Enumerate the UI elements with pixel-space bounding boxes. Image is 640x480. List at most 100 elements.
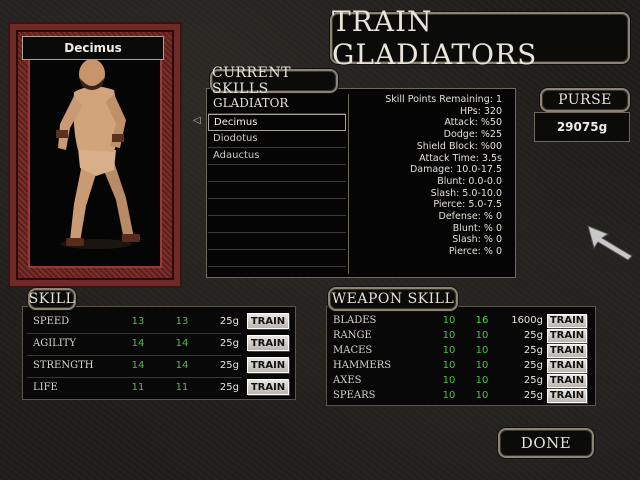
weapon-skill-train-cost: 25g	[523, 330, 543, 341]
train-life-button[interactable]: TRAIN	[247, 379, 289, 395]
weapon-skill-name: AXES	[333, 375, 362, 386]
gladiator-list-empty-slot	[208, 233, 346, 250]
train-agility-button[interactable]: TRAIN	[247, 335, 289, 351]
gladiator-list-empty-slot	[208, 250, 346, 267]
weapon-skill-max-value: 10	[475, 330, 489, 341]
gladiator-list-item[interactable]: Adauctus	[208, 148, 346, 165]
weapon-skill-name: HAMMERS	[333, 360, 392, 371]
weapon-skill-row: AXES 10 10 25g TRAIN	[327, 373, 595, 388]
page-title: TRAIN GLADIATORS	[330, 5, 630, 71]
train-blades-button[interactable]: TRAIN	[547, 313, 587, 328]
weapon-skill-train-cost: 25g	[523, 390, 543, 401]
weapon-skill-header: WEAPON SKILL	[328, 287, 458, 311]
weapon-skill-name: MACES	[333, 345, 373, 356]
stat-line: Pierce: 5.0-7.5	[433, 199, 502, 211]
weapon-skill-table: BLADES 10 16 1600g TRAIN RANGE 10 10 25g…	[326, 306, 596, 406]
gladiator-list-item[interactable]: Decimus	[208, 114, 346, 131]
skill-header: SKILL	[28, 288, 76, 310]
skill-max-value: 14	[175, 359, 189, 371]
skill-name: AGILITY	[33, 337, 77, 349]
skill-current-value: 14	[131, 337, 145, 349]
gladiator-list-empty-slot	[208, 216, 346, 233]
weapon-skill-train-cost: 25g	[523, 345, 543, 356]
weapon-skill-train-cost: 25g	[523, 375, 543, 386]
skill-max-value: 13	[175, 315, 189, 327]
weapon-skill-max-value: 10	[475, 360, 489, 371]
current-skills-header-text: CURRENT SKILLS	[212, 65, 291, 97]
weapon-skill-row: RANGE 10 10 25g TRAIN	[327, 328, 595, 343]
skill-row: LIFE 11 11 25g TRAIN	[23, 377, 295, 397]
train-maces-button[interactable]: TRAIN	[547, 343, 587, 358]
stat-line: Slash: % 0	[452, 234, 502, 246]
mouse-cursor-icon	[587, 225, 633, 261]
weapon-skill-train-cost: 1600g	[511, 315, 543, 326]
weapon-skill-row: HAMMERS 10 10 25g TRAIN	[327, 358, 595, 373]
gladiator-list: GLADIATOR Decimus Diodotus Adauctus	[208, 94, 346, 274]
gladiator-figure	[56, 59, 140, 249]
page-title-text: TRAIN GLADIATORS	[332, 5, 538, 71]
skill-table: SPEED 13 13 25g TRAIN AGILITY 14 14 25g …	[22, 306, 296, 400]
weapon-skill-row: SPEARS 10 10 25g TRAIN	[327, 388, 595, 403]
stat-line: Shield Block: %00	[416, 140, 502, 152]
skill-row: STRENGTH 14 14 25g TRAIN	[23, 355, 295, 375]
skill-max-value: 14	[175, 337, 189, 349]
weapon-skill-train-cost: 25g	[523, 360, 543, 371]
stat-line: Pierce: % 0	[448, 246, 502, 258]
gladiator-list-empty-slot	[208, 182, 346, 199]
skill-header-text: SKILL	[28, 291, 76, 307]
stat-line: HPs: 320	[459, 105, 502, 117]
stat-line: Blunt: 0.0-0.0	[437, 175, 502, 187]
purse-amount-box: 29075g	[534, 112, 630, 142]
weapon-skill-max-value: 10	[475, 345, 489, 356]
skill-train-cost: 25g	[219, 381, 239, 393]
weapon-skill-max-value: 16	[475, 315, 489, 326]
weapon-skill-current-value: 10	[442, 375, 456, 386]
purse-label: PURSE	[558, 92, 612, 108]
stat-line: Damage: 10.0-17.5	[409, 164, 502, 176]
train-spears-button[interactable]: TRAIN	[547, 388, 587, 403]
purse-amount: 29075g	[556, 120, 608, 134]
stat-line: Blunt: % 0	[452, 222, 502, 234]
train-hammers-button[interactable]: TRAIN	[547, 358, 587, 373]
gladiator-portrait	[28, 42, 162, 268]
skill-train-cost: 25g	[219, 337, 239, 349]
gladiator-stats: Skill Points Remaining: 1 HPs: 320 Attac…	[348, 94, 504, 274]
weapon-skill-name: SPEARS	[333, 390, 376, 401]
selection-arrow-icon: ◁	[193, 115, 201, 126]
gladiator-name-plate: Decimus	[22, 36, 164, 60]
weapon-skill-current-value: 10	[442, 330, 456, 341]
skill-name: LIFE	[33, 381, 58, 393]
weapon-skill-max-value: 10	[475, 390, 489, 401]
gladiator-portrait-frame	[10, 24, 180, 286]
stat-line: Slash: 5.0-10.0	[430, 187, 502, 199]
gladiator-name: Decimus	[64, 41, 122, 55]
gladiator-list-empty-slot	[208, 199, 346, 216]
stat-line: Defense: % 0	[438, 211, 502, 223]
skill-name: SPEED	[33, 315, 70, 327]
weapon-skill-max-value: 10	[475, 375, 489, 386]
gladiator-list-empty-slot	[208, 165, 346, 182]
weapon-skill-header-text: WEAPON SKILL	[331, 291, 455, 307]
train-range-button[interactable]: TRAIN	[547, 328, 587, 343]
skill-current-value: 11	[131, 381, 145, 393]
stat-line: Attack Time: 3.5s	[419, 152, 502, 164]
current-skills-header: CURRENT SKILLS	[210, 65, 338, 97]
skill-current-value: 13	[131, 315, 145, 327]
weapon-skill-row: MACES 10 10 25g TRAIN	[327, 343, 595, 358]
skill-train-cost: 25g	[219, 315, 239, 327]
weapon-skill-name: RANGE	[333, 330, 372, 341]
skill-row: AGILITY 14 14 25g TRAIN	[23, 333, 295, 353]
gladiator-list-item[interactable]: Diodotus	[208, 131, 346, 148]
skill-train-cost: 25g	[219, 359, 239, 371]
stat-line: Attack: %50	[444, 117, 502, 129]
train-strength-button[interactable]: TRAIN	[247, 357, 289, 373]
train-speed-button[interactable]: TRAIN	[247, 313, 289, 329]
skill-name: STRENGTH	[33, 359, 94, 371]
weapon-skill-current-value: 10	[442, 315, 456, 326]
done-button[interactable]: DONE	[498, 428, 594, 458]
weapon-skill-current-value: 10	[442, 390, 456, 401]
stat-line: Skill Points Remaining: 1	[385, 94, 502, 105]
train-axes-button[interactable]: TRAIN	[547, 373, 587, 388]
weapon-skill-current-value: 10	[442, 345, 456, 356]
purse-header: PURSE	[540, 88, 630, 112]
